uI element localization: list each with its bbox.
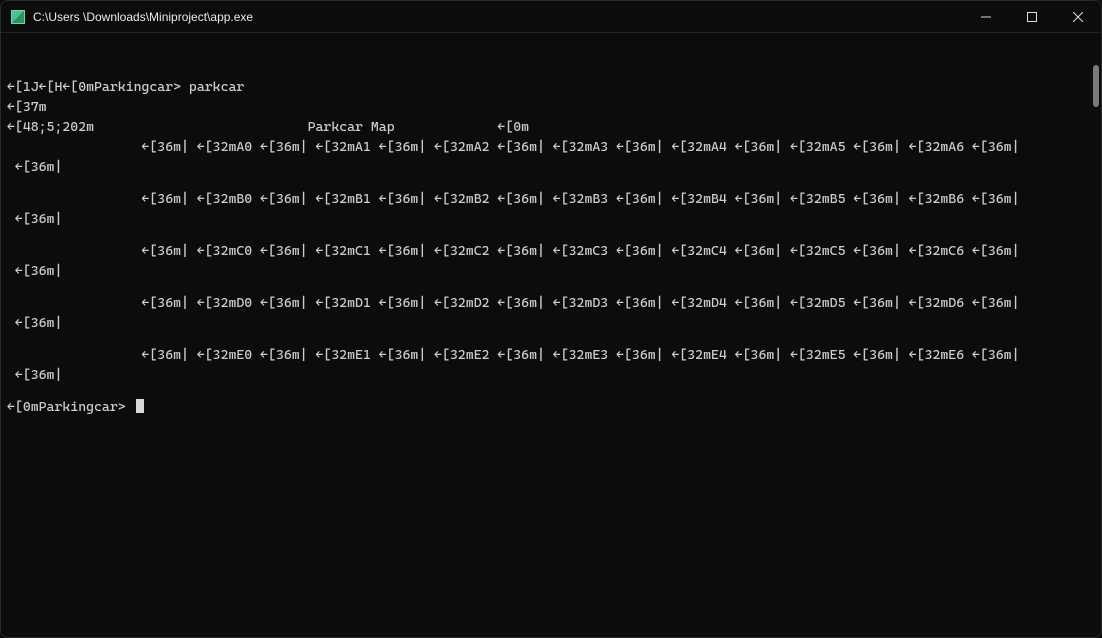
window-title: C:\Users \Downloads\Miniproject\app.exe [33, 10, 253, 24]
map-row-trailer: ←[36m| [7, 157, 1097, 177]
map-row-trailer: ←[36m| [7, 313, 1097, 333]
map-row-B: ←[36m| ←[32mB0 ←[36m| ←[32mB1 ←[36m| ←[3… [7, 189, 1097, 229]
map-row-trailer: ←[36m| [7, 365, 1097, 385]
app-icon [11, 10, 25, 24]
map-row-D: ←[36m| ←[32mD0 ←[36m| ←[32mD1 ←[36m| ←[3… [7, 293, 1097, 333]
map-row-cells: ←[36m| ←[32mA0 ←[36m| ←[32mA1 ←[36m| ←[3… [7, 137, 1097, 157]
prompt-line-initial: ←[1J←[H←[0mParkingcar> parkcar [7, 77, 1097, 97]
esc-fg37: ←[37m [7, 97, 1097, 117]
map-row-cells: ←[36m| ←[32mC0 ←[36m| ←[32mC1 ←[36m| ←[3… [7, 241, 1097, 261]
terminal-area[interactable]: ←[1J←[H←[0mParkingcar> parkcar←[37m←[48;… [1, 33, 1101, 637]
scrollbar-thumb[interactable] [1093, 65, 1099, 107]
map-row-C: ←[36m| ←[32mC0 ←[36m| ←[32mC1 ←[36m| ←[3… [7, 241, 1097, 281]
map-row-A: ←[36m| ←[32mA0 ←[36m| ←[32mA1 ←[36m| ←[3… [7, 137, 1097, 177]
map-row-cells: ←[36m| ←[32mE0 ←[36m| ←[32mE1 ←[36m| ←[3… [7, 345, 1097, 365]
window-controls [963, 1, 1101, 32]
map-row-trailer: ←[36m| [7, 209, 1097, 229]
cursor [136, 399, 144, 413]
maximize-button[interactable] [1009, 1, 1055, 32]
map-row-trailer: ←[36m| [7, 261, 1097, 281]
minimize-button[interactable] [963, 1, 1009, 32]
close-button[interactable] [1055, 1, 1101, 32]
map-row-cells: ←[36m| ←[32mD0 ←[36m| ←[32mD1 ←[36m| ←[3… [7, 293, 1097, 313]
titlebar[interactable]: C:\Users \Downloads\Miniproject\app.exe [1, 1, 1101, 33]
map-row-cells: ←[36m| ←[32mB0 ←[36m| ←[32mB1 ←[36m| ←[3… [7, 189, 1097, 209]
terminal-output: ←[1J←[H←[0mParkingcar> parkcar←[37m←[48;… [1, 33, 1101, 457]
app-window: C:\Users \Downloads\Miniproject\app.exe … [0, 0, 1102, 638]
prompt-line-waiting[interactable]: ←[0mParkingcar> [7, 397, 1097, 417]
map-title-line: ←[48;5;202m Parkcar Map ←[0m [7, 117, 1097, 137]
map-row-E: ←[36m| ←[32mE0 ←[36m| ←[32mE1 ←[36m| ←[3… [7, 345, 1097, 385]
